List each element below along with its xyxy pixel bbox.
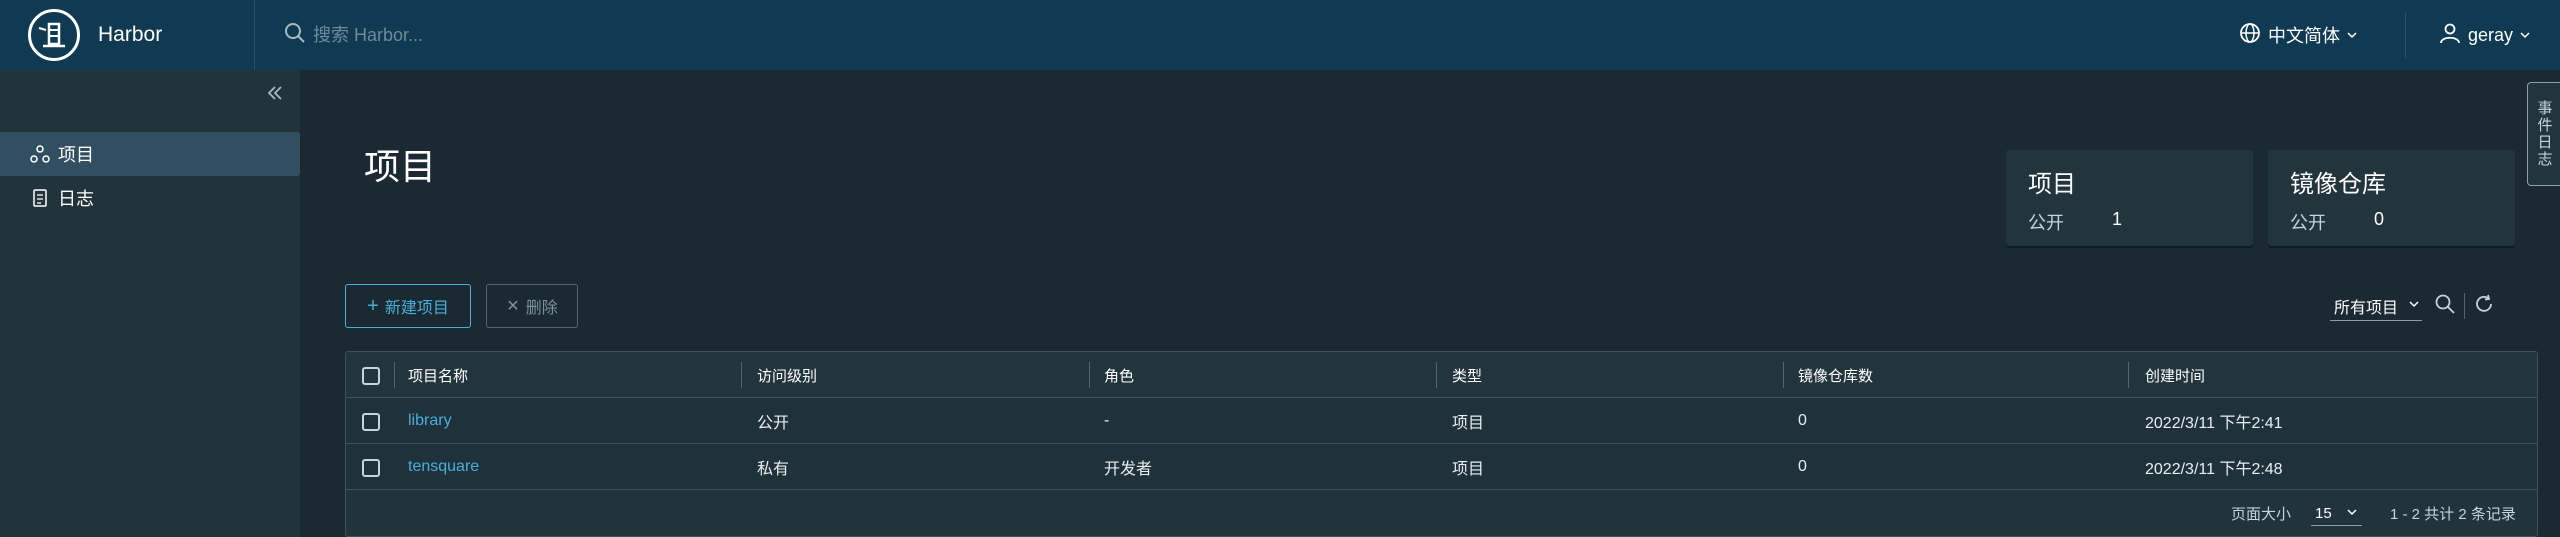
table-header: 项目名称 访问级别 角色 类型 镜像仓库数 创建时间 (346, 352, 2537, 398)
filter-divider (2464, 293, 2466, 319)
app-name: Harbor (98, 23, 163, 46)
globe-icon (2238, 21, 2262, 50)
table-footer: 页面大小 15 1 - 2 共计 2 条记录 (346, 490, 2537, 536)
card-value: 0 (2374, 209, 2385, 229)
page-size-label: 页面大小 (2231, 505, 2292, 523)
chevron-down-icon (2519, 25, 2531, 46)
column-separator (1089, 362, 1090, 388)
type: 项目 (1452, 461, 1485, 478)
sidebar: 项目 日志 (0, 70, 300, 537)
global-search[interactable] (283, 15, 703, 55)
harbor-logo-icon (28, 9, 80, 61)
refresh-icon (2473, 293, 2495, 320)
event-log-label: 事件日志 (2535, 100, 2553, 168)
projects-table: 项目名称 访问级别 角色 类型 镜像仓库数 创建时间 library 公开 - … (345, 351, 2538, 537)
chevron-down-icon (2408, 297, 2420, 315)
project-filter: 所有项目 (2330, 290, 2499, 322)
header-divider (2405, 12, 2406, 58)
brand[interactable]: Harbor (0, 0, 255, 70)
search-projects-button[interactable] (2430, 291, 2460, 321)
top-header: Harbor 中文简体 geray (0, 0, 2560, 70)
chevron-down-icon (2346, 25, 2358, 46)
created-time: 2022/3/11 下午2:48 (2145, 461, 2283, 478)
sidebar-item-label: 项目 (58, 145, 94, 165)
column-header-name[interactable]: 项目名称 (408, 352, 468, 398)
column-separator (741, 362, 742, 388)
search-input[interactable] (313, 24, 693, 46)
logs-icon (30, 188, 50, 208)
column-separator (1436, 362, 1437, 388)
language-selector[interactable]: 中文简体 (2238, 0, 2358, 70)
card-label: 公开 (2028, 213, 2064, 233)
user-menu[interactable]: geray (2438, 0, 2531, 70)
new-project-label: 新建项目 (384, 300, 449, 317)
summary-card-projects: 项目 公开 1 (2006, 150, 2253, 246)
page-size-select[interactable]: 15 (2311, 502, 2362, 526)
role: 开发者 (1104, 461, 1153, 478)
project-name-link[interactable]: tensquare (408, 444, 479, 490)
column-header-access[interactable]: 访问级别 (757, 352, 817, 398)
repo-count: 0 (1798, 458, 1807, 475)
card-title: 项目 (2028, 171, 2076, 198)
user-icon (2438, 21, 2462, 50)
column-separator (394, 362, 395, 388)
page-size-value: 15 (2315, 505, 2332, 522)
double-chevron-left-icon (266, 84, 284, 107)
table-row: library 公开 - 项目 0 2022/3/11 下午2:41 (346, 398, 2537, 444)
repo-count: 0 (1798, 412, 1807, 429)
plus-icon: + (367, 294, 379, 317)
access-level: 私有 (757, 461, 790, 478)
access-level: 公开 (757, 415, 790, 432)
username: geray (2468, 24, 2514, 45)
card-label: 公开 (2290, 213, 2326, 233)
close-icon: ✕ (506, 298, 520, 315)
created-time: 2022/3/11 下午2:41 (2145, 415, 2283, 432)
projects-icon (30, 144, 50, 164)
column-header-created[interactable]: 创建时间 (2145, 352, 2205, 398)
new-project-button[interactable]: + 新建项目 (345, 284, 471, 328)
column-separator (2128, 362, 2129, 388)
sidebar-item-projects[interactable]: 项目 (0, 132, 300, 176)
delete-label: 删除 (525, 300, 558, 317)
column-header-role[interactable]: 角色 (1104, 352, 1134, 398)
sidebar-item-label: 日志 (58, 189, 94, 209)
event-log-tab[interactable]: 事件日志 (2527, 82, 2560, 186)
collapse-sidebar-button[interactable] (262, 82, 288, 108)
column-header-type[interactable]: 类型 (1452, 352, 1482, 398)
search-icon (2434, 293, 2456, 320)
select-all-checkbox[interactable] (362, 367, 380, 385)
row-checkbox[interactable] (362, 459, 380, 477)
sidebar-item-logs[interactable]: 日志 (0, 176, 300, 220)
row-checkbox[interactable] (362, 413, 380, 431)
refresh-button[interactable] (2469, 291, 2499, 321)
language-label: 中文简体 (2268, 26, 2340, 46)
chevron-down-icon (2346, 505, 2358, 522)
card-value: 1 (2112, 209, 2123, 229)
search-icon (283, 21, 307, 50)
page-title: 项目 (364, 146, 437, 187)
role: - (1104, 412, 1110, 429)
filter-label: 所有项目 (2334, 299, 2399, 317)
summary-card-repositories: 镜像仓库 公开 0 (2268, 150, 2515, 246)
project-name-link[interactable]: library (408, 398, 452, 444)
project-filter-select[interactable]: 所有项目 (2330, 291, 2423, 321)
card-title: 镜像仓库 (2290, 171, 2386, 198)
pagination-summary: 1 - 2 共计 2 条记录 (2390, 505, 2516, 523)
column-separator (1783, 362, 1784, 388)
table-row: tensquare 私有 开发者 项目 0 2022/3/11 下午2:48 (346, 444, 2537, 490)
type: 项目 (1452, 415, 1485, 432)
column-header-repo-count[interactable]: 镜像仓库数 (1798, 352, 1873, 398)
delete-button[interactable]: ✕ 删除 (486, 284, 578, 328)
